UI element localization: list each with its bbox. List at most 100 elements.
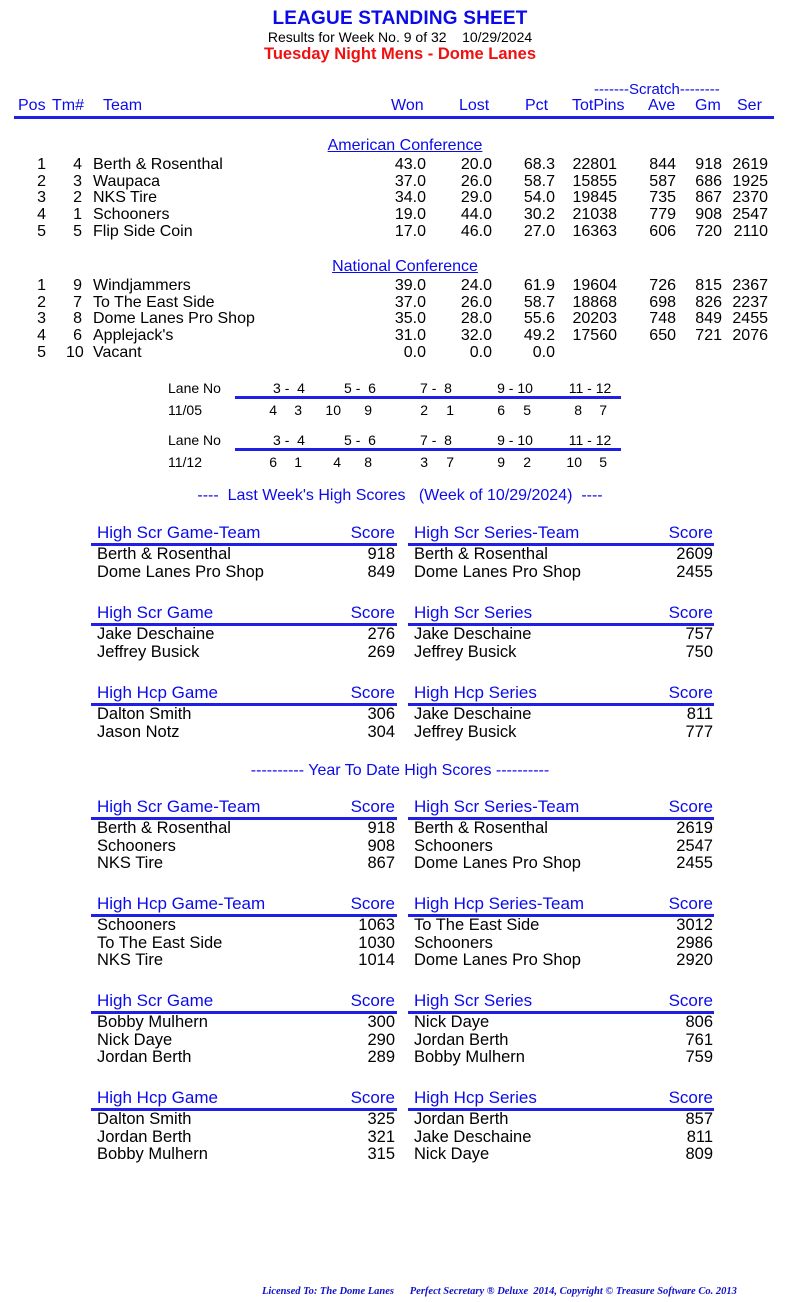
high-score-block: High Scr Game Score Bobby Mulhern 300 Nick D…	[91, 991, 397, 1067]
bowler-name: Bobby Mulhern	[97, 1013, 208, 1031]
cell-tm: 7	[73, 293, 82, 311]
high-score-row: Schooners 908	[97, 837, 395, 856]
bowler-name: Dalton Smith	[97, 705, 192, 723]
lane-pair-label: 9 - 10	[497, 432, 533, 448]
score-label: Score	[350, 894, 395, 913]
cell-ave: 726	[649, 277, 676, 294]
lane-team-number: 3	[420, 454, 428, 470]
standings-row: 2 3 Waupaca 37.0 26.0 58.7 15855 587 686 1925	[0, 173, 800, 190]
high-score-row: Bobby Mulhern 759	[414, 1048, 713, 1067]
lane-pair-label: 5 - 6	[344, 432, 376, 448]
cell-won: 37.0	[394, 172, 426, 190]
high-score-row: Jake Deschaine 811	[414, 1128, 713, 1147]
score-value: 759	[685, 1048, 713, 1066]
cell-team: Flip Side Coin	[93, 222, 193, 240]
score-value: 2455	[676, 562, 713, 581]
cell-gm: 815	[695, 277, 722, 294]
col-lost: Lost	[459, 97, 490, 114]
cell-ser: 2367	[732, 277, 768, 294]
high-score-block: High Scr Series Score Nick Daye 806 Jordan B…	[408, 991, 714, 1067]
lane-team-number: 6	[269, 454, 277, 470]
high-score-row: Berth & Rosenthal 918	[97, 819, 395, 838]
cell-ser: 2547	[732, 206, 768, 224]
cell-team: Berth & Rosenthal	[93, 156, 223, 173]
block-header: High Scr Game Score	[97, 603, 395, 623]
high-score-block: High Hcp Game-Team Score Schooners 1063 To T…	[91, 894, 397, 970]
col-totpins: TotPins	[572, 97, 625, 114]
cell-won: 37.0	[394, 293, 426, 311]
bowler-name: To The East Side	[414, 916, 540, 934]
cell-lost: 26.0	[460, 293, 492, 311]
high-score-row: Jeffrey Busick 777	[414, 722, 713, 742]
score-value: 290	[367, 1030, 395, 1049]
bowler-name: Nick Daye	[97, 1030, 173, 1049]
cell-ser: 2237	[732, 293, 768, 311]
score-label: Score	[350, 797, 395, 816]
cell-lost: 26.0	[460, 172, 492, 190]
cell-pos: 5	[37, 343, 46, 361]
bowler-name: Nick Daye	[414, 1145, 490, 1163]
block-header: High Scr Game-Team Score	[97, 523, 395, 543]
cell-ave: 650	[649, 327, 676, 345]
score-value: 777	[685, 722, 713, 741]
lane-label: Lane No	[168, 380, 221, 396]
high-score-row: Jeffrey Busick 269	[97, 642, 395, 662]
high-score-row: NKS Tire 1014	[97, 951, 395, 970]
cell-pct: 54.0	[523, 189, 555, 207]
high-score-row: Dome Lanes Pro Shop 2920	[414, 951, 713, 970]
score-value: 849	[367, 562, 395, 581]
lane-team-number: 1	[294, 454, 302, 470]
block-header: High Scr Series-Team Score	[414, 797, 713, 817]
cell-pct: 27.0	[523, 222, 555, 240]
score-value: 304	[367, 722, 395, 741]
col-ser: Ser	[737, 97, 762, 114]
score-label: Score	[668, 894, 713, 913]
score-label: Score	[350, 683, 395, 702]
lane-pair-label: 3 - 4	[273, 432, 305, 448]
cell-ave: 735	[649, 189, 676, 207]
lane-rule	[235, 448, 621, 451]
cell-gm: 849	[695, 310, 722, 328]
cell-team: To The East Side	[93, 293, 215, 311]
cell-pct: 61.9	[523, 277, 555, 294]
cell-won: 34.0	[394, 189, 426, 207]
cell-ser: 2455	[732, 310, 768, 328]
score-value: 325	[367, 1110, 395, 1128]
block-header: High Hcp Game Score	[97, 1088, 395, 1108]
block-header: High Scr Series-Team Score	[414, 523, 713, 543]
high-score-row: Berth & Rosenthal 918	[97, 545, 395, 564]
cell-gm: 826	[695, 293, 722, 311]
cell-pos: 5	[37, 222, 46, 240]
score-label: Score	[350, 991, 395, 1010]
high-score-block: High Scr Game-Team Score Berth & Rosenthal…	[91, 797, 397, 873]
cell-tm: 6	[73, 327, 82, 345]
cell-gm: 908	[695, 206, 722, 224]
conference-title[interactable]: American Conference	[0, 137, 800, 155]
lane-pair-label: 3 - 4	[273, 380, 305, 396]
block-header: High Hcp Series-Team Score	[414, 894, 713, 914]
cell-totpins: 18868	[572, 293, 618, 311]
conference-title[interactable]: National Conference	[0, 258, 800, 276]
cell-pct: 58.7	[523, 293, 555, 311]
high-score-row: Bobby Mulhern 315	[97, 1145, 395, 1164]
cell-tm: 9	[73, 277, 82, 294]
bowler-name: Jeffrey Busick	[97, 642, 200, 661]
bowler-name: Dome Lanes Pro Shop	[414, 854, 581, 872]
bowler-name: Jake Deschaine	[414, 625, 532, 643]
cell-gm: 918	[695, 156, 722, 173]
cell-ave: 587	[649, 172, 676, 190]
score-label: Score	[350, 603, 395, 622]
cell-lost: 44.0	[460, 206, 492, 224]
standings-row: 2 7 To The East Side 37.0 26.0 58.7 18868 698 82…	[0, 294, 800, 311]
high-score-row: Jordan Berth 761	[414, 1031, 713, 1050]
score-value: 2455	[676, 854, 713, 872]
block-header: High Hcp Series Score	[414, 1088, 713, 1108]
high-score-row: Jake Deschaine 276	[97, 625, 395, 644]
lane-team-number: 2	[523, 454, 531, 470]
bowler-name: Nick Daye	[414, 1013, 490, 1031]
score-value: 857	[685, 1110, 713, 1128]
lane-team-number: 5	[523, 402, 531, 418]
bowler-name: Bobby Mulhern	[414, 1048, 525, 1066]
high-score-row: Jake Deschaine 757	[414, 625, 713, 644]
cell-pos: 3	[37, 189, 46, 207]
